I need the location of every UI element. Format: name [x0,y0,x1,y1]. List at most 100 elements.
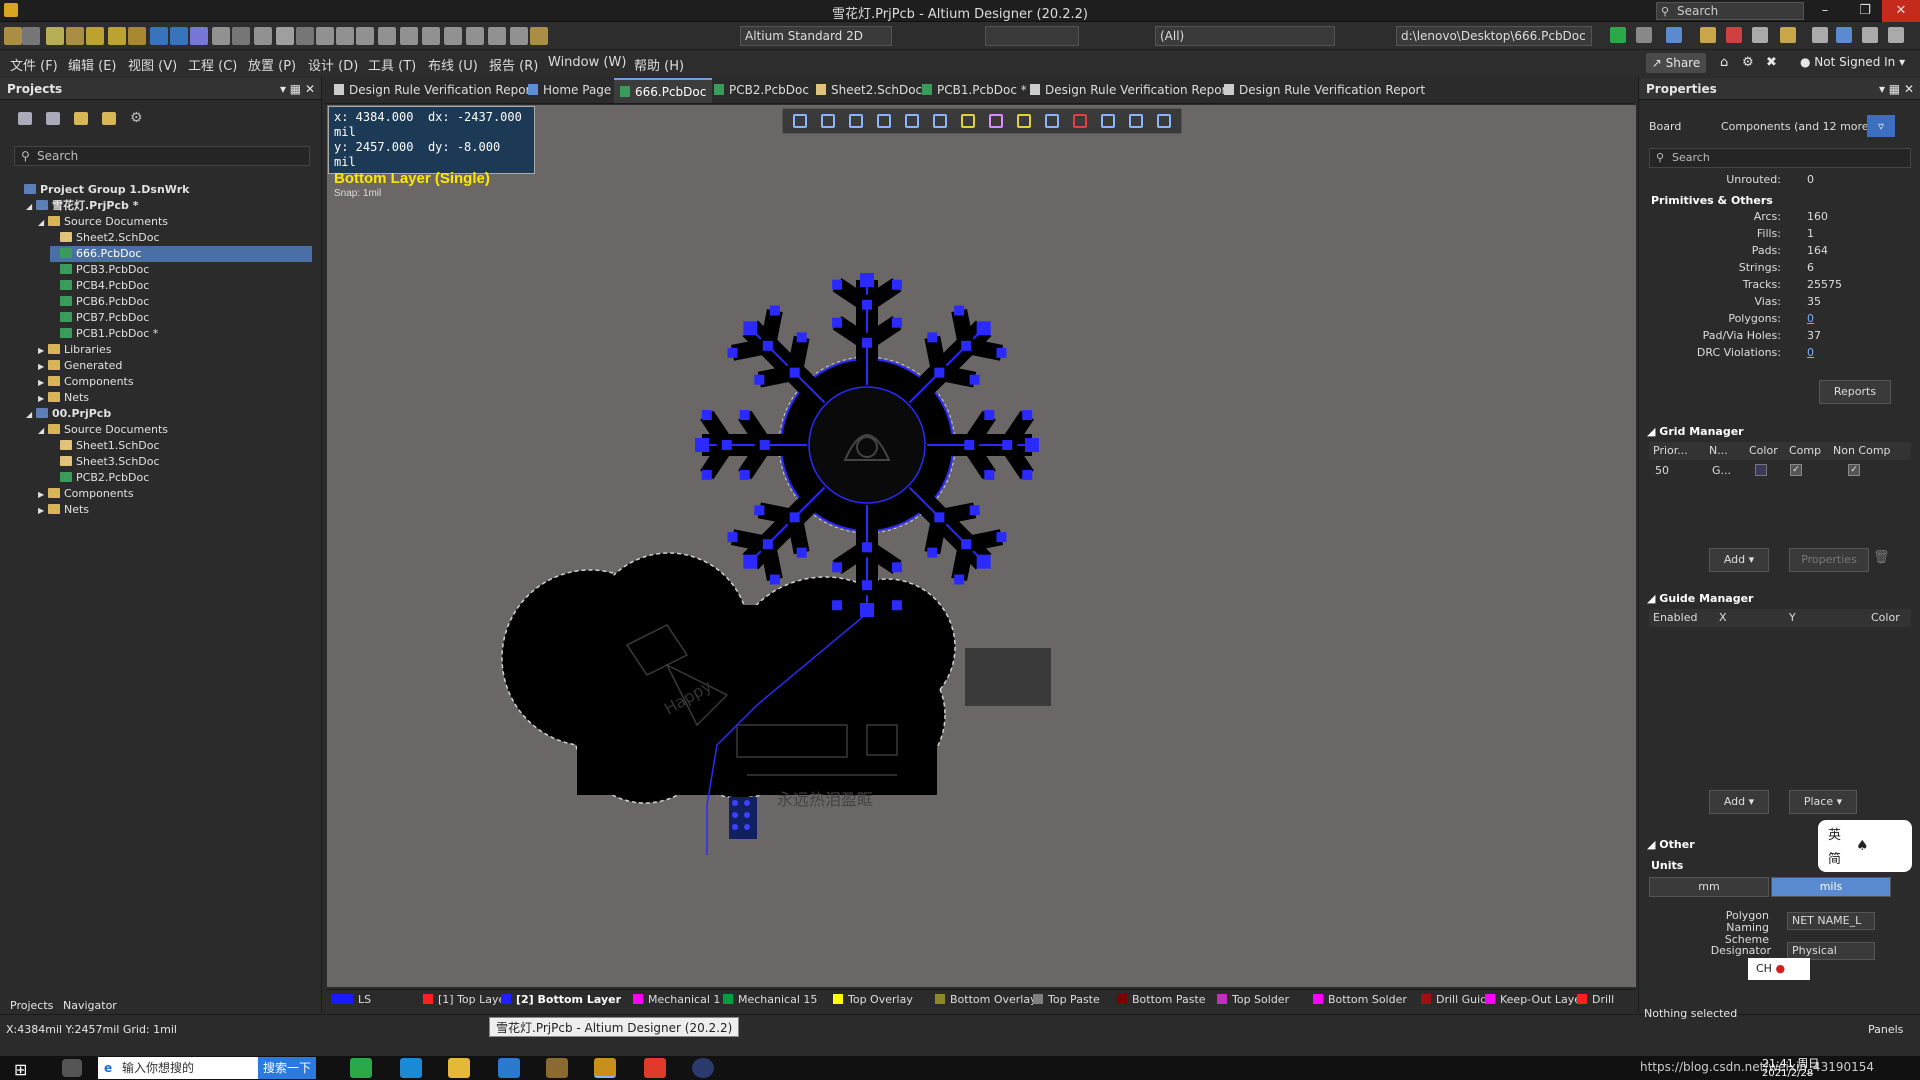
tree-item[interactable]: PCB3.PcbDoc [50,262,149,278]
grid-properties-button[interactable]: Properties [1789,548,1869,572]
menu-item[interactable]: 布线 (U) [428,55,478,74]
toolbar-nav-icon[interactable] [1726,27,1742,43]
menu-item[interactable]: 编辑 (E) [68,55,117,74]
panel-controls[interactable]: ▾ ▦ ✕ [1879,78,1914,100]
toolbar-nav-icon[interactable] [1610,27,1626,43]
toolbar-tool-icon[interactable] [254,27,272,45]
tree-item[interactable]: ▶ Components [38,374,134,390]
vscode-icon[interactable] [498,1058,520,1078]
layer-tab[interactable]: LS [331,993,371,1006]
close-button[interactable]: ✕ [1882,0,1920,22]
altium-taskbar-icon[interactable] [594,1058,616,1078]
guide-column-header[interactable]: Color [1871,609,1900,627]
toolbar-nav-icon[interactable] [1862,27,1878,43]
layer-tab[interactable]: Top Overlay [833,993,913,1006]
tree-item[interactable]: ◢ 雪花灯.PrjPcb * [26,198,138,214]
active-bar-tool-icon[interactable] [1101,114,1115,128]
guide-column-header[interactable]: Y [1789,609,1796,627]
tree-item[interactable]: ▶ Libraries [38,342,112,358]
expand-chevron-icon[interactable]: ▶ [38,359,48,375]
guide-column-header[interactable]: X [1719,609,1727,627]
grid-noncomp-checkbox[interactable]: ✓ [1848,464,1860,476]
toolbar-tool-icon[interactable] [212,27,230,45]
active-bar-tool-icon[interactable] [1073,114,1087,128]
grid-column-header[interactable]: Prior... [1653,442,1688,460]
toolbar-tool-icon[interactable] [488,27,506,45]
expand-chevron-icon[interactable]: ▶ [38,487,48,503]
toolbar-nav-icon[interactable] [1666,27,1682,43]
chrome-icon[interactable] [350,1058,372,1078]
toolbar-nav-icon[interactable] [1700,27,1716,43]
layer-tab[interactable]: Top Solder [1217,993,1289,1006]
toolbar-tool-icon[interactable] [336,27,354,45]
toolbar-tool-icon[interactable] [22,27,40,45]
expand-chevron-icon[interactable]: ◢ [38,423,48,439]
trash-icon[interactable]: 🗑 [1873,550,1890,565]
toolbar-tool-icon[interactable] [150,27,168,45]
tree-item[interactable]: ▶ Generated [38,358,122,374]
file-explorer-icon[interactable] [448,1058,470,1078]
guide-manager-title[interactable]: ◢ Guide Manager [1647,592,1753,605]
filter-icon[interactable]: ▿ [1867,115,1895,137]
layer-tab[interactable]: Drill [1577,993,1614,1006]
tree-item[interactable]: ◢ 00.PrjPcb [26,406,111,422]
document-tab[interactable]: PCB1.PcbDoc * [916,78,1033,103]
tree-item[interactable]: ◢ Source Documents [38,214,168,230]
save-all-icon[interactable] [46,112,60,125]
pcb-canvas[interactable]: Happy 永远热泪盈眶 [327,105,1636,987]
properties-search-input[interactable]: ⚲ Search [1649,148,1911,168]
other-section-title[interactable]: ◢ Other [1647,838,1695,851]
toolbar-tool-icon[interactable] [276,27,294,45]
guide-place-button[interactable]: Place ▾ [1789,790,1857,814]
active-bar-tool-icon[interactable] [1129,114,1143,128]
grid-manager-title[interactable]: ◢ Grid Manager [1647,425,1744,438]
primitive-value[interactable]: 0 [1807,346,1814,359]
document-tab[interactable]: 666.PcbDoc [614,78,713,103]
toolbar-tool-icon[interactable] [190,27,208,45]
toolbar-tool-icon[interactable] [66,27,84,45]
menu-item[interactable]: 工程 (C) [188,55,237,74]
open-folder-icon[interactable] [74,112,88,125]
app-icon-4[interactable] [692,1058,714,1078]
tree-item[interactable]: Sheet1.SchDoc [50,438,160,454]
active-bar-tool-icon[interactable] [821,114,835,128]
menu-item[interactable]: 报告 (R) [489,55,538,74]
active-bar-tool-icon[interactable] [877,114,891,128]
toolbar-tool-icon[interactable] [466,27,484,45]
grid-column-header[interactable]: N... [1709,442,1728,460]
toolbar-tool-icon[interactable] [108,27,126,45]
active-bar-tool-icon[interactable] [1045,114,1059,128]
grid-column-header[interactable]: Color [1749,442,1778,460]
panels-button[interactable]: Panels [1868,1023,1903,1036]
grid-column-header[interactable]: Non Comp [1833,442,1891,460]
path-select[interactable]: d:\lenovo\Desktop\666.PcbDoc [1396,26,1592,46]
windows-start-icon[interactable]: ⊞ [14,1060,27,1079]
layer-tab[interactable]: Keep-Out Layer [1485,993,1586,1006]
global-search-input[interactable]: ⚲ Search [1656,2,1804,20]
document-tab[interactable]: Sheet2.SchDoc [810,78,928,103]
expand-chevron-icon[interactable]: ◢ [26,199,36,215]
toolbar-tool-icon[interactable] [400,27,418,45]
toolbar-nav-icon[interactable] [1752,27,1768,43]
layer-tab[interactable]: [2] Bottom Layer [501,993,621,1006]
layer-set-select[interactable] [985,26,1079,46]
reports-button[interactable]: Reports [1819,380,1891,404]
grid-color-swatch[interactable] [1755,464,1767,476]
toolbar-tool-icon[interactable] [170,27,188,45]
menu-item[interactable]: 设计 (D) [308,55,358,74]
tree-item[interactable]: PCB7.PcbDoc [50,310,149,326]
grid-add-button[interactable]: Add ▾ [1709,548,1769,572]
tree-item[interactable]: ▶ Nets [38,390,89,406]
active-bar-tool-icon[interactable] [961,114,975,128]
toolbar-tool-icon[interactable] [46,27,64,45]
toolbar-tool-icon[interactable] [530,27,548,45]
toolbar-tool-icon[interactable] [316,27,334,45]
layer-tab[interactable]: Mechanical 1 [633,993,720,1006]
ime-toolbar[interactable]: CH ● [1748,958,1810,980]
toolbar-tool-icon[interactable] [444,27,462,45]
active-bar-tool-icon[interactable] [793,114,807,128]
toolbar-nav-icon[interactable] [1780,27,1796,43]
project-options-icon[interactable] [102,112,116,125]
expand-chevron-icon[interactable]: ▶ [38,375,48,391]
menu-item[interactable]: 放置 (P) [248,55,296,74]
